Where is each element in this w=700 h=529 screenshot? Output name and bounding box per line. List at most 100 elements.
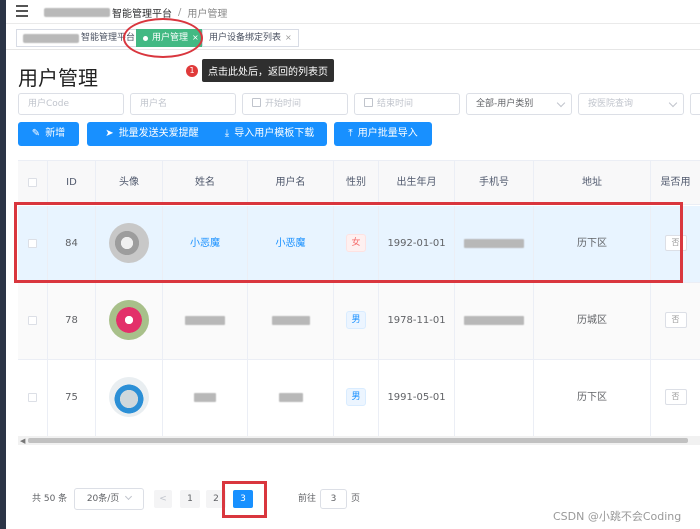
- page-title: 用户管理: [18, 66, 98, 90]
- button-label: 批量发送关爱提醒: [118, 128, 199, 139]
- row-select-cell: [18, 283, 48, 359]
- goto-unit: 页: [351, 494, 361, 504]
- cell-id: 78: [48, 283, 96, 359]
- goto-page-input[interactable]: 3: [320, 489, 347, 509]
- bulk-import-button[interactable]: ⤒ 用户批量导入: [334, 122, 432, 146]
- breadcrumb: 智能管理平台 / 用户管理: [44, 5, 227, 20]
- extra-filter-input[interactable]: [690, 93, 700, 115]
- cell-gender: 男: [334, 360, 379, 436]
- prev-page-button[interactable]: <: [154, 490, 172, 508]
- pagination-total: 共 50 条: [32, 488, 67, 510]
- row-select-cell: [18, 360, 48, 436]
- cell-address: 历下区: [534, 360, 651, 436]
- cell-avatar: [96, 283, 163, 359]
- chevron-down-icon: [556, 98, 566, 108]
- placeholder: 开始时间: [265, 99, 302, 109]
- page-size-select[interactable]: 20条/页: [74, 488, 144, 510]
- highlight-page-annotation: [222, 481, 267, 518]
- button-label: 导入用户模板下载: [234, 128, 315, 139]
- end-time-picker[interactable]: 结束时间: [354, 93, 460, 115]
- col-header-address: 地址: [534, 161, 651, 205]
- cell-birthdate: 1991-05-01: [379, 360, 455, 436]
- annotation-callout: 1 点击此处后，返回的列表页: [186, 59, 334, 82]
- page-size-value: 20条/页: [86, 494, 120, 504]
- highlight-circle-annotation: [123, 18, 203, 58]
- cell-phone: [455, 360, 534, 436]
- calendar-icon: [252, 98, 261, 107]
- calendar-icon: [364, 98, 373, 107]
- avatar[interactable]: [109, 300, 149, 340]
- cell-gender: 男: [334, 283, 379, 359]
- add-button[interactable]: ✎ 新增: [18, 122, 79, 146]
- col-header-username: 用户名: [248, 161, 334, 205]
- send-icon: ➤: [105, 128, 114, 139]
- breadcrumb-separator: /: [178, 7, 182, 18]
- row-checkbox[interactable]: [28, 315, 37, 325]
- table-row[interactable]: 78 男 1978-11-01 历城区 否: [18, 283, 700, 360]
- select-all-header: [18, 161, 48, 205]
- status-button[interactable]: 否: [664, 312, 687, 328]
- user-name-input[interactable]: 用户名: [130, 93, 236, 115]
- tab-user-device-binding[interactable]: 用户设备绑定列表 ×: [202, 29, 299, 47]
- button-label: 用户批量导入: [357, 128, 418, 139]
- highlight-row-annotation: [14, 202, 683, 283]
- redacted-name: [185, 315, 225, 325]
- chevron-down-icon: [125, 492, 133, 501]
- table-row[interactable]: 75 男 1991-05-01 历下区 否: [18, 360, 700, 437]
- placeholder: 结束时间: [377, 99, 414, 109]
- scrollbar-thumb[interactable]: [28, 438, 688, 443]
- chevron-down-icon: [668, 98, 678, 108]
- tags-view: 智能管理平台 用户管理 × 用户设备绑定列表 ×: [6, 26, 700, 50]
- upload-icon: ⤒: [348, 128, 353, 139]
- page-button-1[interactable]: 1: [180, 490, 200, 508]
- scroll-left-icon[interactable]: ◀: [20, 437, 25, 445]
- redacted-username: [271, 315, 310, 325]
- annotation-text: 点击此处后，返回的列表页: [202, 59, 334, 82]
- table-header: ID 头像 姓名 用户名 性别 出生年月 手机号 地址 是否用: [18, 161, 700, 205]
- col-header-id[interactable]: ID: [48, 161, 96, 205]
- avatar[interactable]: [109, 377, 149, 417]
- cell-address: 历城区: [534, 283, 651, 359]
- select-all-checkbox[interactable]: [28, 177, 37, 187]
- status-button[interactable]: 否: [664, 389, 687, 405]
- cell-enabled: 否: [651, 360, 700, 436]
- cell-id: 75: [48, 360, 96, 436]
- col-header-phone: 手机号: [455, 161, 534, 205]
- cell-username: [248, 360, 334, 436]
- row-checkbox[interactable]: [28, 392, 37, 402]
- download-icon: ⤓: [224, 128, 230, 139]
- gender-tag: 男: [346, 388, 366, 406]
- hamburger-icon[interactable]: [16, 5, 28, 17]
- breadcrumb-current: 用户管理: [187, 9, 228, 20]
- horizontal-scrollbar[interactable]: ◀: [18, 436, 700, 445]
- col-header-avatar: 头像: [96, 161, 163, 205]
- user-type-select[interactable]: 全部-用户类别: [466, 93, 572, 115]
- button-label: 新增: [45, 128, 66, 139]
- col-header-gender: 性别: [334, 161, 379, 205]
- bulk-remind-button[interactable]: ➤ 批量发送关爱提醒: [87, 122, 217, 146]
- placeholder: 用户名: [140, 99, 168, 109]
- annotation-number-badge: 1: [186, 64, 198, 77]
- start-time-picker[interactable]: 开始时间: [242, 93, 348, 115]
- cell-name: [163, 283, 248, 359]
- col-header-name: 姓名: [163, 161, 248, 205]
- goto-label: 前往: [298, 494, 317, 504]
- watermark: CSDN @小跳不会Coding: [553, 510, 682, 523]
- edit-icon: ✎: [31, 128, 41, 139]
- redacted-phone: [464, 315, 524, 325]
- tab-label: 用户设备绑定列表: [209, 33, 282, 43]
- download-template-button[interactable]: ⤓ 导入用户模板下载: [212, 122, 327, 146]
- hospital-select[interactable]: 按医院查询: [578, 93, 684, 115]
- placeholder: 按医院查询: [588, 99, 634, 109]
- selected-value: 全部-用户类别: [476, 99, 534, 109]
- close-icon[interactable]: ×: [285, 30, 292, 46]
- col-header-birthdate: 出生年月: [379, 161, 455, 205]
- col-header-enabled: 是否用: [660, 177, 691, 188]
- top-navbar: 智能管理平台 / 用户管理: [6, 0, 700, 24]
- user-code-input[interactable]: 用户Code: [18, 93, 124, 115]
- redacted-name: [194, 392, 216, 402]
- cell-enabled: 否: [651, 283, 700, 359]
- redacted-org-name: [44, 8, 110, 17]
- gender-tag: 男: [346, 311, 366, 329]
- cell-avatar: [96, 360, 163, 436]
